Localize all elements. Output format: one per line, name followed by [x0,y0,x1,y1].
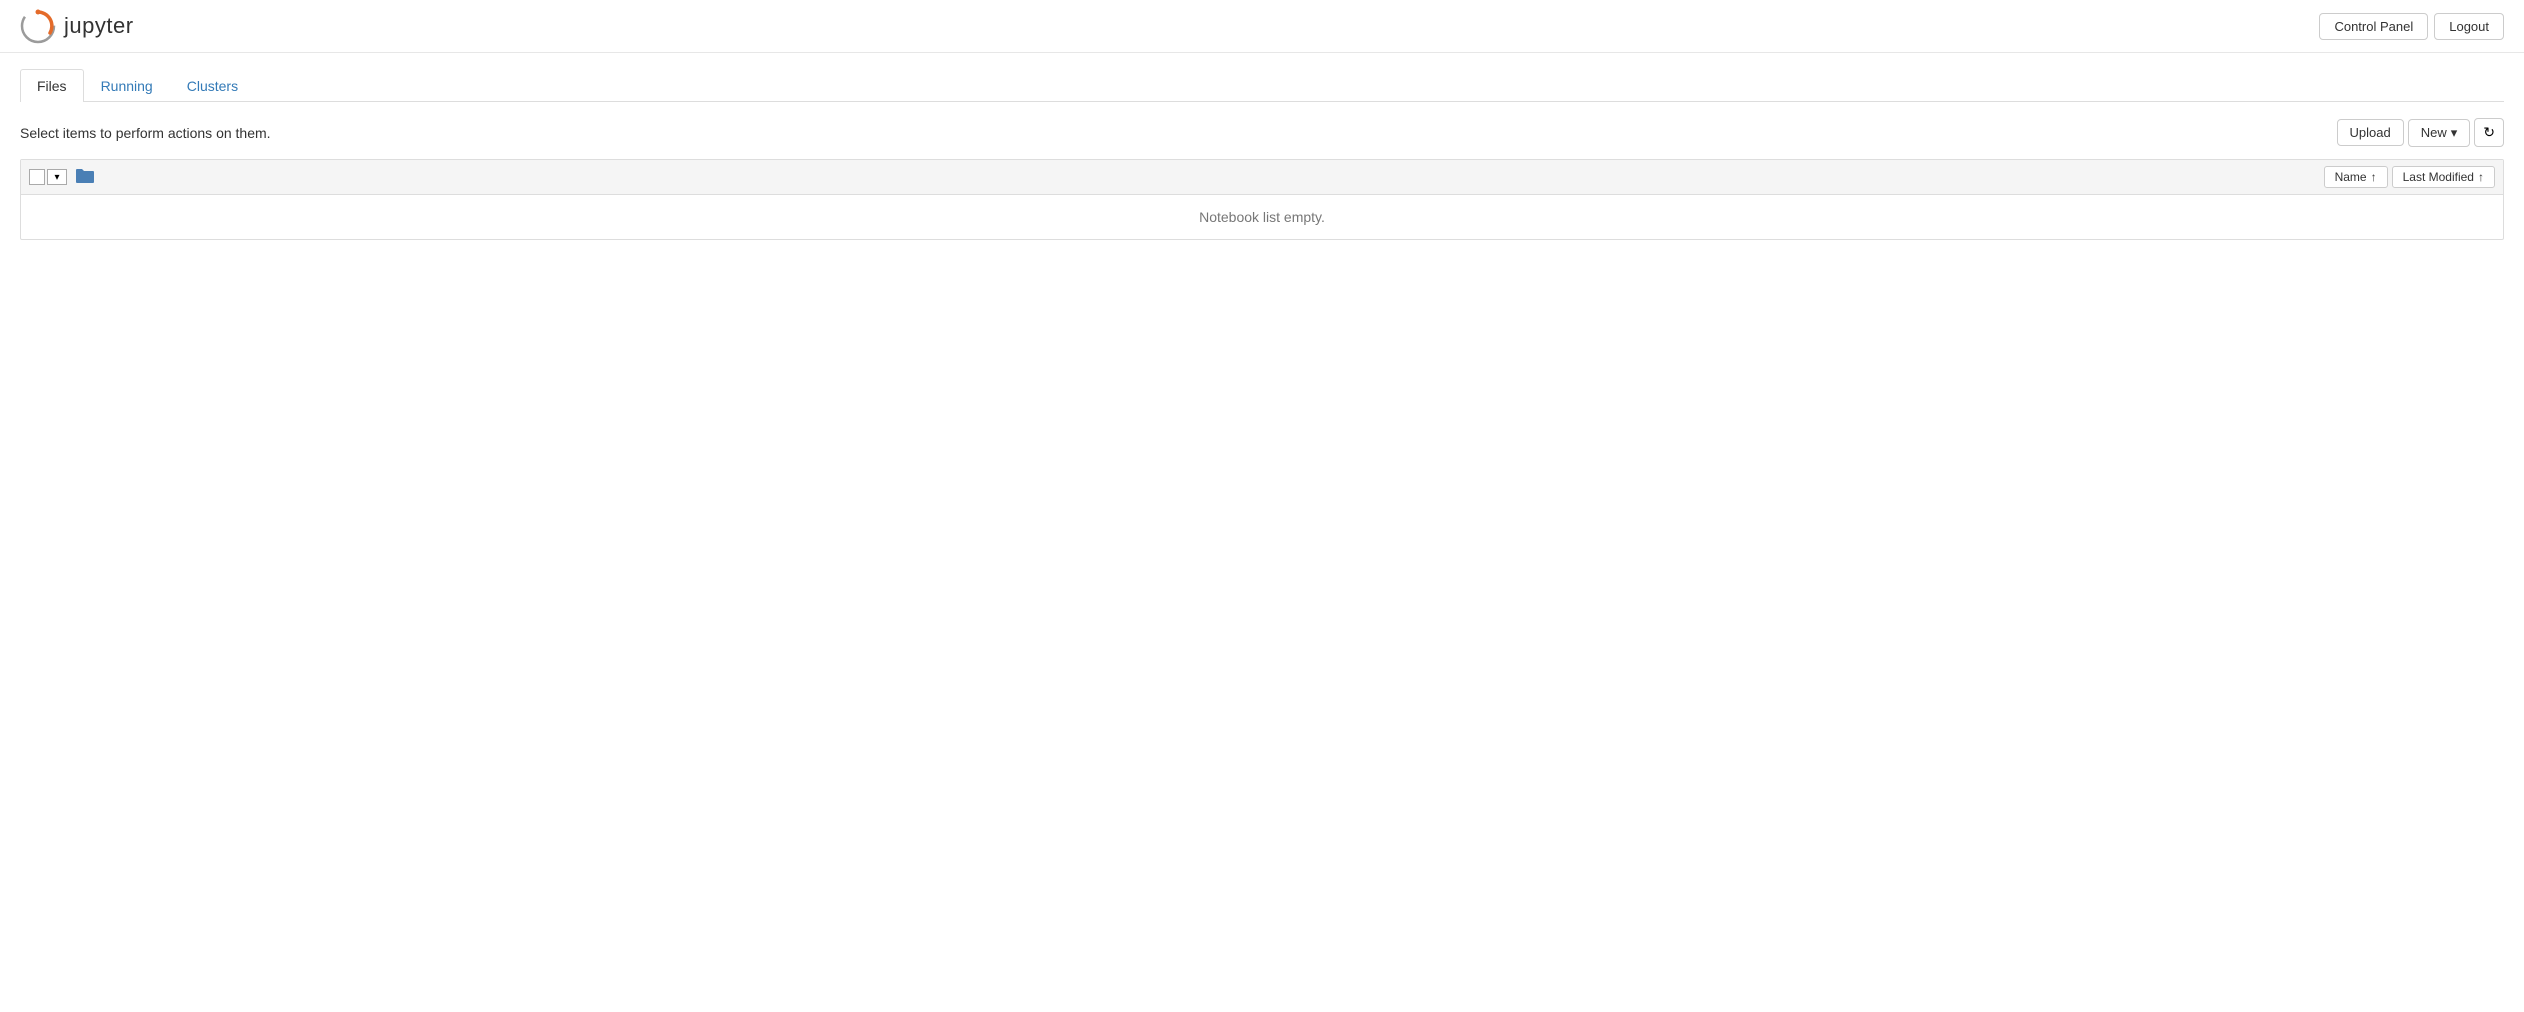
sort-buttons: Name ↑ Last Modified ↑ [2324,166,2495,188]
new-button[interactable]: New ▾ [2408,119,2471,147]
sort-by-name-button[interactable]: Name ↑ [2324,166,2388,188]
file-list-header: ▾ Name ↑ Last Modified ↑ [21,160,2503,195]
new-dropdown-arrow-icon: ▾ [2451,125,2458,141]
upload-button[interactable]: Upload [2337,119,2404,146]
select-dropdown-button[interactable]: ▾ [47,169,67,185]
new-folder-button[interactable] [75,168,95,187]
logout-button[interactable]: Logout [2434,13,2504,40]
tab-running[interactable]: Running [84,69,170,102]
tab-files[interactable]: Files [20,69,84,102]
toolbar-row: Select items to perform actions on them.… [20,118,2504,147]
tab-clusters[interactable]: Clusters [170,69,255,102]
select-all-checkbox[interactable] [29,169,45,185]
header: jupyter Control Panel Logout [0,0,2524,53]
sort-by-last-modified-button[interactable]: Last Modified ↑ [2392,166,2495,188]
select-hint-text: Select items to perform actions on them. [20,125,271,141]
logo-area: jupyter [20,8,134,44]
folder-icon [75,168,95,184]
app-title: jupyter [64,13,134,39]
jupyter-logo-icon [20,8,56,44]
toolbar-actions: Upload New ▾ ↻ [2337,118,2504,147]
select-all-area: ▾ [29,169,67,185]
refresh-button[interactable]: ↻ [2474,118,2504,147]
file-list-container: ▾ Name ↑ Last Modified ↑ Notebook list e… [20,159,2504,240]
header-buttons: Control Panel Logout [2319,13,2504,40]
tabs-bar: Files Running Clusters [20,69,2504,102]
name-sort-arrow-icon: ↑ [2371,170,2377,184]
control-panel-button[interactable]: Control Panel [2319,13,2428,40]
last-modified-sort-arrow-icon: ↑ [2478,170,2484,184]
empty-notebook-list-message: Notebook list empty. [21,195,2503,239]
main-content: Files Running Clusters Select items to p… [0,53,2524,256]
